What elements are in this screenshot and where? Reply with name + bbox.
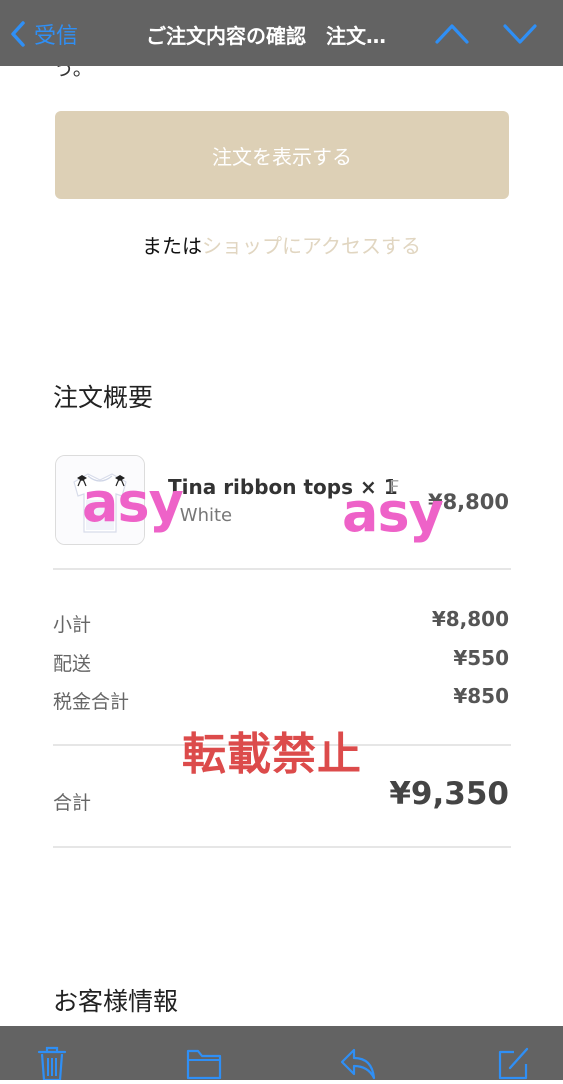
- tax-value: ¥850: [453, 684, 509, 708]
- view-order-button-label: 注文を表示する: [212, 144, 352, 169]
- folder-icon: [186, 1049, 222, 1080]
- chevron-down-icon: [503, 24, 537, 44]
- next-message-button[interactable]: [502, 18, 538, 52]
- back-button[interactable]: 受信: [10, 16, 78, 52]
- total-label: 合計: [53, 792, 92, 814]
- reply-button[interactable]: [340, 1046, 376, 1084]
- subtotal-value: ¥8,800: [431, 607, 509, 631]
- order-summary-title: 注文概要: [53, 383, 154, 412]
- divider: [53, 568, 511, 570]
- bottom-toolbar: [0, 1026, 563, 1082]
- email-body[interactable]: う。 注文を表示する またはショップにアクセスする 注文概要 Tina ribb…: [0, 66, 563, 1026]
- reply-icon: [340, 1048, 376, 1080]
- product-thumbnail[interactable]: [55, 455, 145, 545]
- customer-info-title: お客様情報: [53, 987, 179, 1016]
- chevron-left-icon: [11, 21, 25, 47]
- chevron-up-icon: [435, 24, 469, 44]
- back-button-label: 受信: [34, 24, 79, 49]
- compose-icon: [498, 1047, 529, 1080]
- delete-button[interactable]: [36, 1046, 68, 1084]
- product-price: ¥8,800: [427, 490, 509, 514]
- shop-access-row: またはショップにアクセスする: [0, 230, 563, 259]
- or-text: または: [142, 234, 202, 258]
- product-name: Tina ribbon tops × 1: [168, 475, 398, 499]
- tax-label: 税金合計: [53, 691, 130, 713]
- shipping-value: ¥550: [453, 646, 509, 670]
- view-order-button[interactable]: 注文を表示する: [55, 111, 509, 199]
- total-value: ¥9,350: [389, 776, 509, 812]
- compose-button[interactable]: [496, 1046, 530, 1084]
- product-color: / White: [168, 505, 233, 526]
- cut-off-text: う。: [54, 66, 93, 80]
- divider: [53, 744, 511, 746]
- shipping-label: 配送: [53, 653, 92, 675]
- previous-message-button[interactable]: [434, 18, 470, 52]
- product-image: [56, 456, 144, 544]
- message-subject-title: ご注文内容の確認 注文…: [146, 24, 386, 48]
- subtotal-label: 小計: [53, 614, 92, 636]
- navigation-bar: 受信 ご注文内容の確認 注文…: [0, 0, 563, 66]
- move-to-folder-button[interactable]: [186, 1046, 222, 1084]
- trash-icon: [37, 1046, 67, 1082]
- product-variant: F: [389, 477, 400, 498]
- divider: [53, 846, 511, 848]
- shop-access-link[interactable]: ショップにアクセスする: [202, 234, 421, 258]
- watermark-no-repost: 転載禁止: [182, 729, 362, 780]
